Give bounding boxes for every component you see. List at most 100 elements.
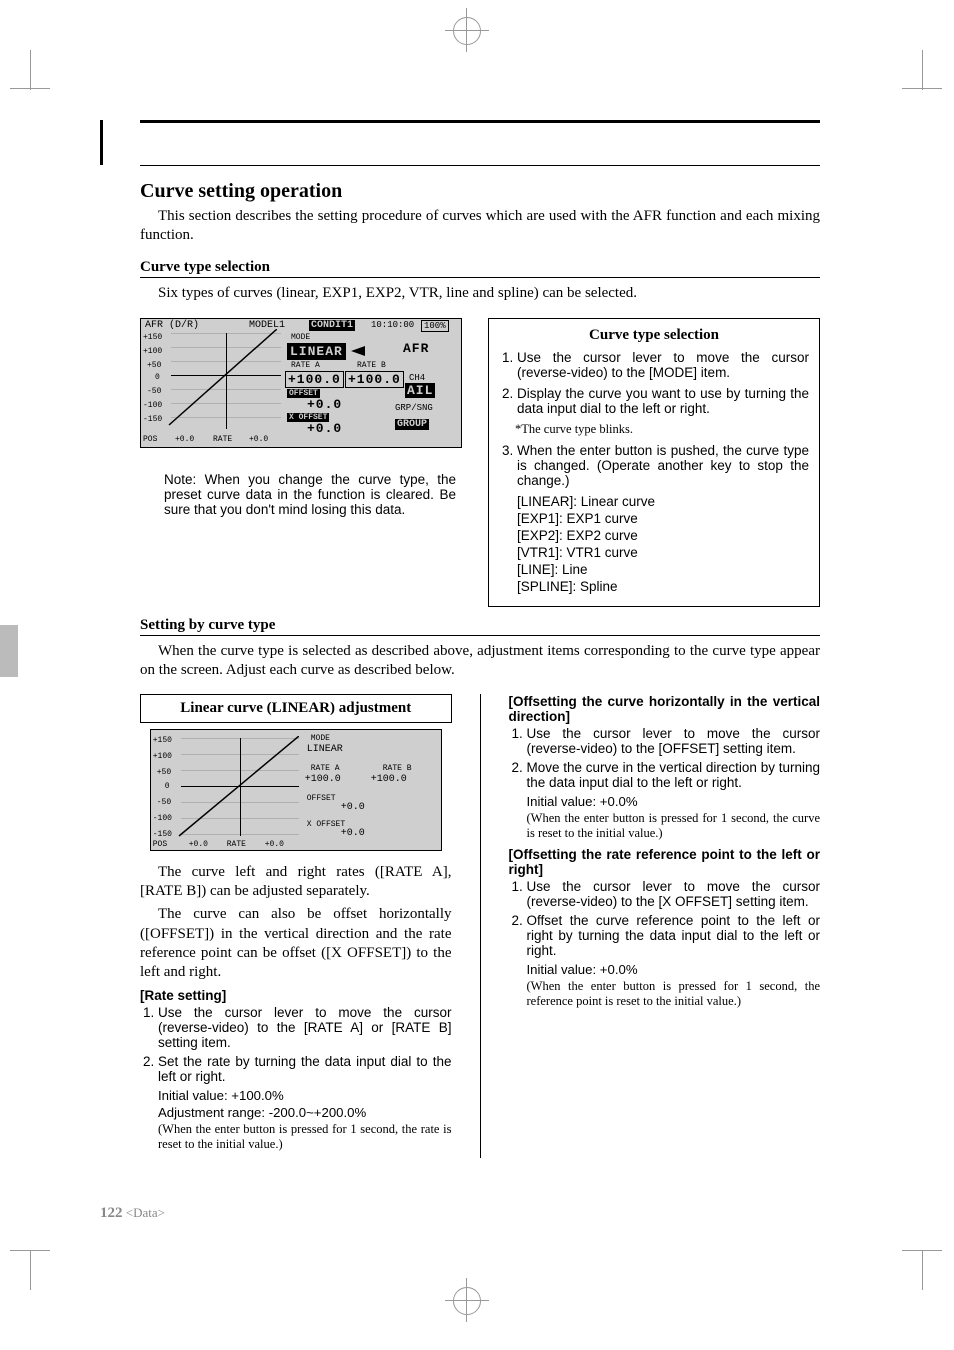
lcd-batt: 100% <box>421 320 449 332</box>
header-rule-thin <box>140 165 820 166</box>
lcd-offset-value: +0.0 <box>307 397 342 412</box>
page-number: 122 <box>100 1205 123 1221</box>
lcd-ch: CH4 <box>409 373 425 383</box>
ytick: -100 <box>153 814 172 823</box>
header-rule-thick <box>140 120 820 123</box>
lcd-screenshot-linear: +150 +100 +50 0 -50 -100 -150 MODE LINEA… <box>150 729 442 851</box>
page-tab <box>0 625 18 677</box>
curve-line-icon <box>159 329 277 429</box>
panel-step: Use the cursor lever to move the cursor … <box>517 350 809 380</box>
lcd2-mode-label: MODE <box>311 734 330 743</box>
curve-option: [EXP1]: EXP1 curve <box>517 511 809 526</box>
xoffset-step: Offset the curve reference point to the … <box>527 913 821 958</box>
curve-line-icon <box>171 736 299 838</box>
lcd-clock: 10:10:00 <box>371 320 414 330</box>
curve-type-selection-line: Six types of curves (linear, EXP1, EXP2,… <box>140 284 820 303</box>
lcd-mode-label: MODE <box>291 333 310 342</box>
setting-by-curve-line: When the curve type is selected as descr… <box>140 642 820 680</box>
panel-step: Display the curve you want to use by tur… <box>517 386 809 416</box>
ytick: +50 <box>157 768 171 777</box>
offset-step: Move the curve in the vertical direction… <box>527 760 821 790</box>
lcd-title-mid: MODEL1 <box>249 320 285 331</box>
rate-setting-heading: [Rate setting] <box>140 988 452 1003</box>
lcd2-mode-value: LINEAR <box>307 744 343 755</box>
lcd-screenshot-afr: AFR (D/R) MODEL1 CONDIT1 10:10:00 100% +… <box>140 318 462 448</box>
header-vrule <box>100 120 103 165</box>
linear-p2: The curve can also be offset horizontall… <box>140 905 452 982</box>
ytick: -100 <box>143 401 162 410</box>
setting-by-curve-heading: Setting by curve type <box>140 617 820 636</box>
arrow-left-icon <box>351 346 365 360</box>
curve-option: [EXP2]: EXP2 curve <box>517 528 809 543</box>
ytick: +50 <box>147 361 161 370</box>
panel-step: When the enter button is pushed, the cur… <box>517 443 809 488</box>
curve-option: [SPLINE]: Spline <box>517 579 809 594</box>
lcd2-rate-b-value: +100.0 <box>371 774 407 785</box>
lcd2-rate-value: +0.0 <box>265 840 284 849</box>
panel-title: Curve type selection <box>499 327 809 344</box>
lcd2-pos-value: +0.0 <box>189 840 208 849</box>
rate-range: Adjustment range: -200.0~+200.0% <box>158 1105 452 1120</box>
curve-type-selection-panel: Curve type selection Use the cursor leve… <box>488 318 820 607</box>
offset-initial: Initial value: +0.0% <box>527 794 821 809</box>
footer-section: <Data> <box>126 1205 165 1220</box>
xoffset-heading: [Offsetting the rate reference point to … <box>509 847 821 877</box>
curve-option: [LINEAR]: Linear curve <box>517 494 809 509</box>
lcd-mode-value: LINEAR <box>287 343 346 360</box>
curve-change-note: Note: When you change the curve type, th… <box>140 468 460 521</box>
lcd2-rate-a-label: RATE A <box>311 764 340 773</box>
offset-step: Use the cursor lever to move the cursor … <box>527 726 821 756</box>
ytick: +150 <box>143 333 162 342</box>
rate-initial: Initial value: +100.0% <box>158 1088 452 1103</box>
lcd2-rate-b-label: RATE B <box>383 764 412 773</box>
curve-type-selection-heading: Curve type selection <box>140 259 820 278</box>
ytick: -50 <box>157 798 171 807</box>
offset-vertical-heading: [Offsetting the curve horizontally in th… <box>509 694 821 724</box>
lcd-pos-label: POS <box>143 435 157 444</box>
rate-step: Set the rate by turning the data input d… <box>158 1054 452 1084</box>
lcd2-pos-label: POS <box>153 840 167 849</box>
ytick: +100 <box>143 347 162 356</box>
curve-option: [LINE]: Line <box>517 562 809 577</box>
ytick: -50 <box>147 387 161 396</box>
ytick: +150 <box>153 736 172 745</box>
ytick: 0 <box>155 373 160 382</box>
lcd-rate-a-label: RATE A <box>291 361 320 370</box>
lcd-rate-label: RATE <box>213 435 232 444</box>
lcd-ail: AIL <box>405 383 435 398</box>
xoffset-reset-note: (When the enter button is pressed for 1 … <box>527 979 821 1009</box>
lcd-rate-b-value: +100.0 <box>345 371 404 388</box>
ytick: +100 <box>153 752 172 761</box>
lcd-rate-a-value: +100.0 <box>285 371 344 388</box>
page-footer: 122 <Data> <box>100 1205 165 1222</box>
lcd2-xoffset-value: +0.0 <box>341 828 365 839</box>
rate-reset-note: (When the enter button is pressed for 1 … <box>158 1122 452 1152</box>
lcd-condition: CONDIT1 <box>309 320 355 331</box>
lcd2-xoffset-label: X OFFSET <box>307 820 345 829</box>
lcd-grpsng: GRP/SNG <box>395 403 433 413</box>
curve-option: [VTR1]: VTR1 curve <box>517 545 809 560</box>
rate-step: Use the cursor lever to move the cursor … <box>158 1005 452 1050</box>
lcd2-offset-value: +0.0 <box>341 802 365 813</box>
ytick: -150 <box>153 830 172 839</box>
lcd2-rate-a-value: +100.0 <box>305 774 341 785</box>
lcd-rate-value: +0.0 <box>249 435 268 444</box>
ytick: -150 <box>143 415 162 424</box>
lcd-afr-tag: AFR <box>403 341 429 356</box>
offset-reset-note: (When the enter button is pressed for 1 … <box>527 811 821 841</box>
lcd-pos-value: +0.0 <box>175 435 194 444</box>
lcd2-offset-label: OFFSET <box>307 794 336 803</box>
linear-p1: The curve left and right rates ([RATE A]… <box>140 863 452 901</box>
intro-text: This section describes the setting proce… <box>140 207 820 245</box>
column-separator <box>480 694 481 1158</box>
section-title: Curve setting operation <box>140 180 820 203</box>
lcd-title-left: AFR (D/R) <box>145 320 199 331</box>
xoffset-initial: Initial value: +0.0% <box>527 962 821 977</box>
panel-blink-note: *The curve type blinks. <box>515 422 809 437</box>
linear-adjustment-title: Linear curve (LINEAR) adjustment <box>140 694 452 723</box>
lcd2-rate-label: RATE <box>227 840 246 849</box>
ytick: 0 <box>165 782 170 791</box>
lcd-group: GROUP <box>395 419 429 430</box>
lcd-xoffset-value: +0.0 <box>307 421 342 436</box>
xoffset-step: Use the cursor lever to move the cursor … <box>527 879 821 909</box>
